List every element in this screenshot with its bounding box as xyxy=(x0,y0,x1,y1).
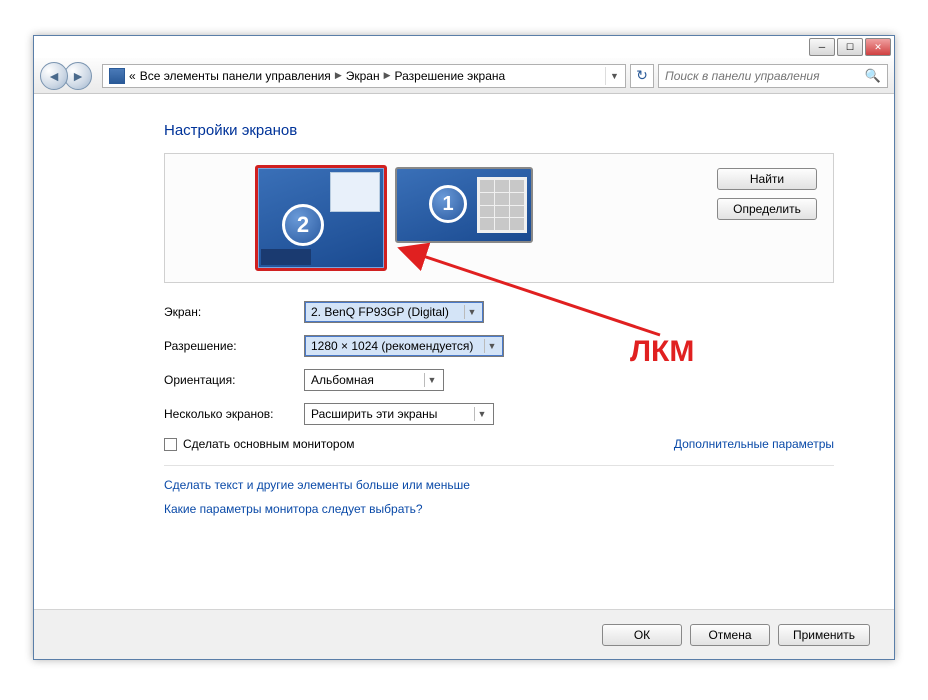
monitors-side-buttons: Найти Определить xyxy=(717,168,817,220)
search-icon[interactable]: 🔍 xyxy=(865,68,881,84)
apply-button[interactable]: Применить xyxy=(778,624,870,646)
identify-button[interactable]: Определить xyxy=(717,198,817,220)
primary-monitor-label: Сделать основным монитором xyxy=(183,437,355,451)
search-box[interactable]: 🔍 xyxy=(658,64,888,88)
multi-value: Расширить эти экраны xyxy=(311,407,437,421)
chevron-right-icon: ▶ xyxy=(384,70,391,81)
divider xyxy=(164,465,834,466)
monitor-2-thumbnail[interactable]: 2 xyxy=(255,165,387,271)
settings-form: Экран: 2. BenQ FP93GP (Digital) Разрешен… xyxy=(164,301,834,516)
monitor-number-badge: 2 xyxy=(282,204,324,246)
bc-root[interactable]: Все элементы панели управления xyxy=(140,69,331,83)
resolution-combo[interactable]: 1280 × 1024 (рекомендуется) xyxy=(304,335,504,357)
monitor-number-badge: 1 xyxy=(429,185,467,223)
display-combo[interactable]: 2. BenQ FP93GP (Digital) xyxy=(304,301,484,323)
page-title: Настройки экранов xyxy=(164,122,834,139)
display-label: Экран: xyxy=(164,305,304,319)
monitors-preview-pane: 2 1 Найти Определить xyxy=(164,153,834,283)
annotation-label: ЛКМ xyxy=(630,335,694,369)
advanced-settings-link[interactable]: Дополнительные параметры xyxy=(674,437,834,451)
which-settings-link[interactable]: Какие параметры монитора следует выбрать… xyxy=(164,502,834,516)
nav-arrows: ◄ ► xyxy=(40,62,92,90)
chevron-right-icon: ▶ xyxy=(335,70,342,81)
cancel-button[interactable]: Отмена xyxy=(690,624,770,646)
back-button[interactable]: ◄ xyxy=(40,62,68,90)
minimize-button[interactable]: ─ xyxy=(809,38,835,56)
breadcrumb[interactable]: « Все элементы панели управления ▶ Экран… xyxy=(102,64,626,88)
close-button[interactable]: ✕ xyxy=(865,38,891,56)
control-panel-icon xyxy=(109,68,125,84)
find-button[interactable]: Найти xyxy=(717,168,817,190)
bc-leaf[interactable]: Разрешение экрана xyxy=(395,69,506,83)
text-size-link[interactable]: Сделать текст и другие элементы больше и… xyxy=(164,478,834,492)
primary-monitor-checkbox[interactable] xyxy=(164,438,177,451)
orientation-combo[interactable]: Альбомная xyxy=(304,369,444,391)
nav-bar: ◄ ► « Все элементы панели управления ▶ Э… xyxy=(34,58,894,94)
display-value: 2. BenQ FP93GP (Digital) xyxy=(311,305,449,319)
resolution-label: Разрешение: xyxy=(164,339,304,353)
refresh-button[interactable]: ↻ xyxy=(630,64,654,88)
resolution-value: 1280 × 1024 (рекомендуется) xyxy=(311,339,473,353)
ok-button[interactable]: ОК xyxy=(602,624,682,646)
monitor-window-deco xyxy=(330,172,380,212)
search-input[interactable] xyxy=(665,69,865,83)
monitor-keypad-deco xyxy=(477,177,527,233)
bc-prefix: « xyxy=(129,69,136,83)
content-area: Настройки экранов 2 1 Найти Определить Э… xyxy=(34,94,894,659)
monitor-1-thumbnail[interactable]: 1 xyxy=(395,167,533,243)
multi-label: Несколько экранов: xyxy=(164,407,304,421)
maximize-button[interactable]: ☐ xyxy=(837,38,863,56)
bc-mid[interactable]: Экран xyxy=(346,69,380,83)
orientation-value: Альбомная xyxy=(311,373,374,387)
window-controls: ─ ☐ ✕ xyxy=(809,38,891,56)
multi-displays-combo[interactable]: Расширить эти экраны xyxy=(304,403,494,425)
monitor-taskbar-deco xyxy=(261,249,311,265)
orientation-label: Ориентация: xyxy=(164,373,304,387)
window-frame: ─ ☐ ✕ ◄ ► « Все элементы панели управлен… xyxy=(33,35,895,660)
bottom-button-bar: ОК Отмена Применить xyxy=(34,609,894,659)
breadcrumb-dropdown[interactable]: ▼ xyxy=(605,67,623,85)
forward-button[interactable]: ► xyxy=(64,62,92,90)
